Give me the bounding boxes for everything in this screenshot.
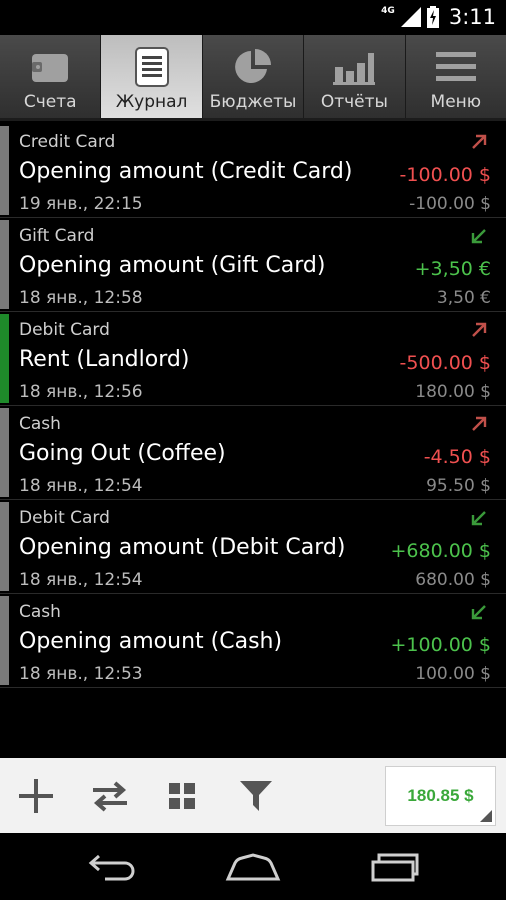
status-bar: 4G 3:11: [0, 0, 506, 35]
transaction-title: Going Out (Coffee): [19, 441, 226, 466]
transaction-amount: -500.00 $: [399, 352, 491, 374]
expense-arrow-icon: [472, 322, 487, 337]
wallet-icon: [28, 47, 72, 87]
battery-icon: [426, 6, 439, 28]
running-balance: -100.00 $: [409, 194, 491, 214]
transaction-row[interactable]: Credit Card Opening amount (Credit Card)…: [0, 124, 506, 218]
transaction-list: Credit Card Opening amount (Credit Card)…: [0, 124, 506, 688]
transaction-title: Opening amount (Gift Card): [19, 253, 326, 278]
main-tabs: Счета Журнал Бюджеты Отчёты Меню: [0, 35, 506, 121]
transaction-row[interactable]: Gift Card Opening amount (Gift Card) +3,…: [0, 218, 506, 312]
account-color-bar: [0, 220, 9, 309]
transaction-date: 18 янв., 12:58: [19, 288, 143, 308]
account-name: Debit Card: [19, 508, 110, 528]
clock: 3:11: [448, 5, 496, 29]
transaction-title: Opening amount (Debit Card): [19, 535, 346, 560]
transaction-row[interactable]: Cash Opening amount (Cash) +100.00 $ 18 …: [0, 594, 506, 688]
transaction-row[interactable]: Cash Going Out (Coffee) -4.50 $ 18 янв.,…: [0, 406, 506, 500]
account-color-bar: [0, 502, 9, 591]
account-name: Gift Card: [19, 226, 95, 246]
tab-label: Журнал: [115, 92, 188, 112]
filter-icon: [240, 781, 272, 811]
filter-button[interactable]: [234, 774, 278, 818]
running-balance: 680.00 $: [415, 570, 491, 590]
running-balance: 95.50 $: [426, 476, 491, 496]
transaction-date: 18 янв., 12:54: [19, 570, 143, 590]
back-button[interactable]: [82, 847, 142, 887]
journal-icon: [130, 47, 174, 87]
account-name: Debit Card: [19, 320, 110, 340]
home-button[interactable]: [223, 847, 283, 887]
income-arrow-icon: [471, 229, 486, 244]
transfer-icon: [93, 781, 127, 812]
income-arrow-icon: [471, 511, 486, 526]
tab-budgets[interactable]: Бюджеты: [202, 35, 305, 118]
add-button[interactable]: [14, 774, 58, 818]
transaction-amount: -100.00 $: [399, 164, 491, 186]
account-color-bar: [0, 314, 9, 403]
total-balance: 180.85 $: [407, 786, 474, 805]
account-name: Cash: [19, 414, 61, 434]
tab-label: Счета: [23, 92, 77, 112]
tab-accounts[interactable]: Счета: [0, 35, 102, 118]
transaction-title: Rent (Landlord): [19, 347, 190, 372]
account-color-bar: [0, 126, 9, 215]
total-balance-button[interactable]: 180.85 $: [385, 766, 496, 826]
income-arrow-icon: [471, 605, 486, 620]
transaction-row[interactable]: Debit Card Rent (Landlord) -500.00 $ 18 …: [0, 312, 506, 406]
transaction-amount: +3,50 €: [414, 258, 491, 280]
expense-arrow-icon: [472, 416, 487, 431]
transaction-date: 18 янв., 12:54: [19, 476, 143, 496]
expense-arrow-icon: [472, 134, 487, 149]
add-icon: [19, 779, 53, 813]
transaction-title: Opening amount (Credit Card): [19, 159, 353, 184]
running-balance: 180.00 $: [415, 382, 491, 402]
tab-reports[interactable]: Отчёты: [304, 35, 406, 118]
transaction-amount: +680.00 $: [390, 540, 491, 562]
bar-chart-icon: [332, 47, 376, 87]
status-icons: 4G 3:11: [381, 3, 496, 31]
account-color-bar: [0, 408, 9, 497]
templates-button[interactable]: [160, 774, 204, 818]
account-name: Cash: [19, 602, 61, 622]
running-balance: 100.00 $: [415, 664, 491, 684]
pie-chart-icon: [231, 47, 275, 87]
menu-icon: [434, 47, 478, 87]
account-color-bar: [0, 596, 9, 685]
back-icon: [88, 854, 135, 881]
recents-icon: [371, 853, 419, 882]
transaction-date: 18 янв., 12:53: [19, 664, 143, 684]
running-balance: 3,50 €: [436, 288, 491, 308]
bottom-toolbar: 180.85 $: [0, 758, 506, 833]
transaction-row[interactable]: Debit Card Opening amount (Debit Card) +…: [0, 500, 506, 594]
tab-label: Бюджеты: [209, 92, 297, 112]
tab-menu[interactable]: Меню: [405, 35, 506, 118]
transaction-amount: +100.00 $: [390, 634, 491, 656]
signal-icon: [400, 7, 421, 27]
transaction-date: 19 янв., 22:15: [19, 194, 143, 214]
account-name: Credit Card: [19, 132, 116, 152]
home-icon: [225, 853, 281, 881]
tab-label: Отчёты: [320, 92, 388, 112]
transaction-amount: -4.50 $: [423, 446, 491, 468]
navigation-bar: [0, 833, 506, 900]
network-type: 4G: [381, 6, 395, 16]
transfer-button[interactable]: [88, 774, 132, 818]
corner-indicator: [480, 810, 492, 822]
transaction-date: 18 янв., 12:56: [19, 382, 143, 402]
grid-icon: [169, 783, 195, 809]
tab-journal[interactable]: Журнал: [101, 35, 203, 118]
recents-button[interactable]: [364, 847, 424, 887]
tab-label: Меню: [430, 92, 482, 112]
transaction-title: Opening amount (Cash): [19, 629, 283, 654]
